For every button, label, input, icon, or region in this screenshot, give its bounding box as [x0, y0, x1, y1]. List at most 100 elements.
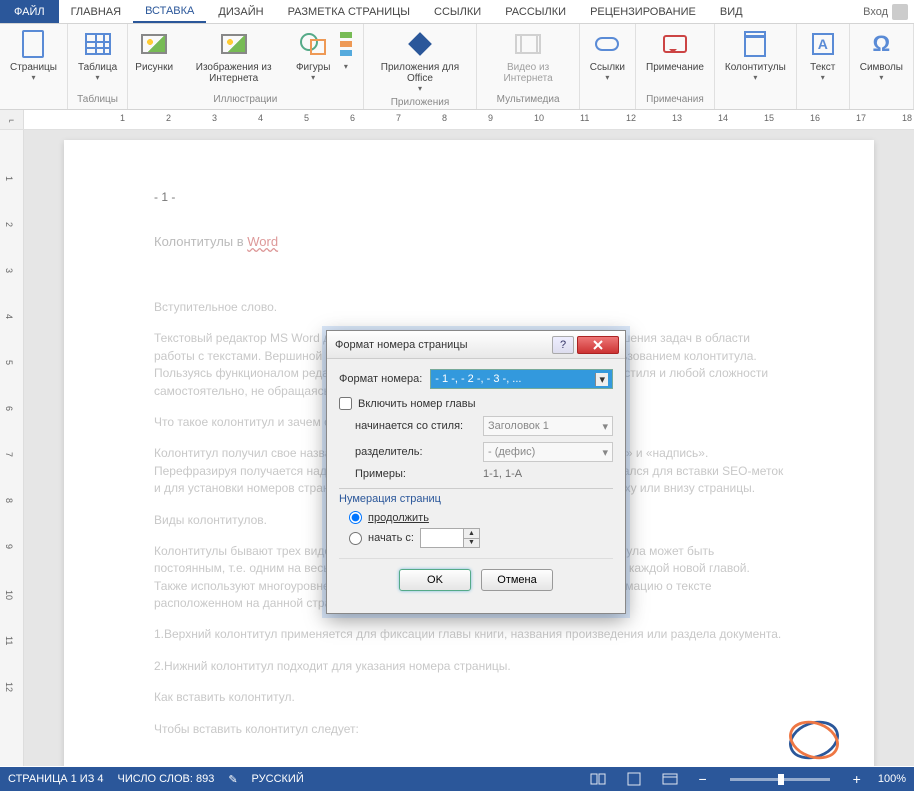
tab-home[interactable]: ГЛАВНАЯ — [59, 0, 133, 23]
separator-label: разделитель: — [355, 446, 475, 458]
table-icon — [85, 33, 111, 55]
status-words[interactable]: ЧИСЛО СЛОВ: 893 — [118, 773, 215, 785]
chevron-down-icon: ▾ — [602, 446, 608, 459]
login-button[interactable]: Вход — [857, 0, 914, 23]
avatar-icon — [892, 4, 908, 20]
vertical-ruler[interactable]: 123456789101112 — [0, 130, 24, 766]
ruler-corner: ⌐ — [0, 110, 24, 129]
tab-review[interactable]: РЕЦЕНЗИРОВАНИЕ — [578, 0, 708, 23]
tab-file[interactable]: ФАЙЛ — [0, 0, 59, 23]
tab-design[interactable]: ДИЗАЙН — [206, 0, 275, 23]
omega-icon: Ω — [873, 31, 891, 57]
paragraph: Чтобы вставить колонтитул следует: — [154, 721, 784, 738]
paragraph: Вступительное слово. — [154, 299, 784, 316]
close-icon — [593, 340, 603, 350]
close-button[interactable] — [577, 336, 619, 354]
continue-radio[interactable] — [349, 511, 362, 524]
apps-button[interactable]: Приложения для Office▾ — [370, 26, 471, 95]
spin-down[interactable]: ▼ — [463, 539, 479, 548]
include-chapter-checkbox[interactable] — [339, 397, 352, 410]
separator-select[interactable]: - (дефис)▾ — [483, 442, 613, 462]
tab-references[interactable]: ССЫЛКИ — [422, 0, 493, 23]
shapes-icon — [300, 33, 326, 55]
zoom-level[interactable]: 100% — [878, 773, 906, 785]
document-title: Колонтитулы в Word — [154, 234, 784, 249]
chevron-down-icon: ▾ — [602, 420, 608, 433]
login-label: Вход — [863, 6, 888, 18]
app-icon — [408, 32, 432, 56]
online-picture-icon — [221, 34, 247, 54]
chevron-down-icon: ▾ — [595, 373, 608, 386]
group-label: Иллюстрации — [213, 92, 277, 107]
watermark: WamOtvet.ru — [779, 712, 849, 766]
ribbon: Страницы▾ Таблица▾ Таблицы Рисунки Изобр… — [0, 24, 914, 110]
video-icon — [515, 34, 541, 54]
link-icon — [595, 37, 619, 51]
include-chapter-label: Включить номер главы — [358, 398, 476, 410]
tab-mailings[interactable]: РАССЫЛКИ — [493, 0, 578, 23]
zoom-thumb[interactable] — [778, 774, 784, 785]
tab-view[interactable]: ВИД — [708, 0, 755, 23]
header-footer-button[interactable]: Колонтитулы▾ — [721, 26, 790, 84]
group-label: Приложения — [391, 95, 450, 110]
horizontal-ruler[interactable]: ⌐ 123456789101112131415161718 — [0, 110, 914, 130]
status-lang[interactable]: РУССКИЙ — [252, 773, 304, 785]
start-at-input[interactable] — [421, 529, 463, 547]
spin-up[interactable]: ▲ — [463, 529, 479, 539]
watermark-icon — [786, 712, 842, 766]
symbols-button[interactable]: ΩСимволы▾ — [856, 26, 907, 84]
paragraph: 1.Верхний колонтитул применяется для фик… — [154, 626, 784, 643]
smartart-button[interactable]: ▾ — [335, 26, 356, 73]
online-pictures-button[interactable]: Изображения из Интернета — [176, 26, 291, 86]
tabs-bar: ФАЙЛ ГЛАВНАЯ ВСТАВКА ДИЗАЙН РАЗМЕТКА СТР… — [0, 0, 914, 24]
video-button[interactable]: Видео из Интернета — [483, 26, 572, 86]
paragraph: 2.Нижний колонтитул подходит для указани… — [154, 658, 784, 675]
starts-style-label: начинается со стиля: — [355, 420, 475, 432]
view-web-button[interactable] — [659, 771, 681, 787]
group-label: Мультимедиа — [497, 92, 560, 107]
shapes-button[interactable]: Фигуры▾ — [293, 26, 333, 84]
format-select[interactable]: - 1 -, - 2 -, - 3 -, ...▾ — [430, 369, 613, 389]
zoom-in-button[interactable]: + — [850, 771, 864, 787]
status-proofing-icon[interactable]: ✎ — [228, 773, 237, 786]
page-number-format-dialog: Формат номера страницы ? Формат номера: … — [326, 330, 626, 614]
start-at-radio[interactable] — [349, 532, 362, 545]
group-label: Таблицы — [77, 92, 118, 107]
group-label: Примечания — [646, 92, 704, 107]
examples-value: 1-1, 1-A — [483, 468, 613, 480]
pictures-button[interactable]: Рисунки — [134, 26, 174, 75]
cancel-button[interactable]: Отмена — [481, 569, 553, 591]
header-icon — [744, 31, 766, 57]
continue-label: продолжить — [368, 512, 429, 524]
zoom-slider[interactable] — [730, 778, 830, 781]
status-page[interactable]: СТРАНИЦА 1 ИЗ 4 — [8, 773, 104, 785]
examples-label: Примеры: — [355, 468, 475, 480]
tab-layout[interactable]: РАЗМЕТКА СТРАНИЦЫ — [276, 0, 422, 23]
page-icon — [22, 30, 44, 58]
ok-button[interactable]: OK — [399, 569, 471, 591]
status-bar: СТРАНИЦА 1 ИЗ 4 ЧИСЛО СЛОВ: 893 ✎ РУССКИ… — [0, 767, 914, 791]
table-button[interactable]: Таблица▾ — [74, 26, 121, 84]
text-icon: A — [812, 33, 834, 55]
page-number: - 1 - — [154, 190, 784, 204]
more-icon — [338, 30, 354, 58]
starts-style-select[interactable]: Заголовок 1▾ — [483, 416, 613, 436]
view-print-button[interactable] — [623, 771, 645, 787]
tab-insert[interactable]: ВСТАВКА — [133, 0, 206, 23]
pages-button[interactable]: Страницы▾ — [6, 26, 61, 84]
view-read-button[interactable] — [587, 771, 609, 787]
start-at-spinner[interactable]: ▲▼ — [420, 528, 480, 548]
dialog-title: Формат номера страницы — [335, 339, 552, 351]
help-button[interactable]: ? — [552, 336, 574, 354]
picture-icon — [141, 34, 167, 54]
zoom-out-button[interactable]: − — [695, 771, 709, 787]
comment-icon — [663, 35, 687, 53]
numbering-legend: Нумерация страниц — [339, 493, 613, 505]
links-button[interactable]: Ссылки▾ — [586, 26, 629, 84]
text-button[interactable]: AТекст▾ — [803, 26, 843, 84]
start-at-label: начать с: — [368, 532, 414, 544]
comment-button[interactable]: Примечание — [642, 26, 708, 75]
dialog-titlebar[interactable]: Формат номера страницы ? — [327, 331, 625, 359]
paragraph: Как вставить колонтитул. — [154, 689, 784, 706]
format-label: Формат номера: — [339, 373, 422, 385]
